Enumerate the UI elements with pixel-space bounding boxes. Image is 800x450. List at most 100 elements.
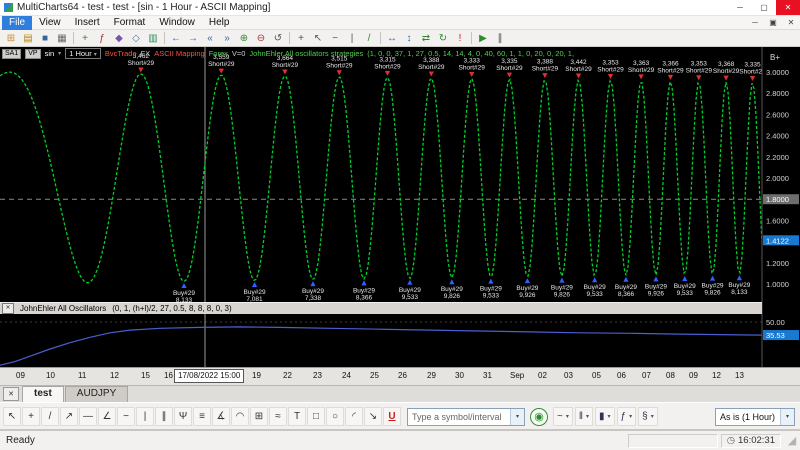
resolution-box[interactable]: 1 Hour ▾ bbox=[65, 48, 101, 59]
menu-item-insert[interactable]: Insert bbox=[68, 16, 107, 30]
subchart-close-icon[interactable]: ✕ bbox=[2, 303, 14, 314]
axis-corner-label[interactable]: B+ bbox=[770, 53, 780, 62]
insert-strategy-combo[interactable]: §▾ bbox=[638, 407, 658, 426]
print-icon[interactable]: ▦ bbox=[54, 31, 70, 46]
trendline-tool-icon[interactable]: / bbox=[41, 407, 59, 426]
strategy-params-label: (1, 0, 0, 37, 1, 27, 0.5, 14, 14, 4, 0, … bbox=[367, 49, 574, 58]
resolution-combo-caret-icon[interactable]: ▾ bbox=[780, 409, 794, 425]
page-forward-icon[interactable]: » bbox=[219, 31, 235, 46]
insert-window-icon[interactable]: ⊞ bbox=[3, 31, 19, 46]
magnet-tool-icon[interactable]: U bbox=[383, 407, 401, 426]
crosshair-tool-icon[interactable]: + bbox=[22, 407, 40, 426]
symbol-label[interactable]: sin bbox=[45, 49, 55, 58]
menu-item-view[interactable]: View bbox=[32, 16, 68, 30]
brush-tool-icon[interactable]: ≈ bbox=[269, 407, 287, 426]
auto-scroll-icon[interactable]: ⇄ bbox=[418, 31, 434, 46]
short-signal-label: Short#29 bbox=[565, 66, 592, 73]
subchart-header[interactable]: ✕ JohnEhler All Oscillators (0, 1, (h+l)… bbox=[0, 302, 762, 314]
grid-tool-icon[interactable]: ⊞ bbox=[250, 407, 268, 426]
page-back-icon[interactable]: « bbox=[202, 31, 218, 46]
time-axis[interactable]: 091011121516192223242526293031Sep0203050… bbox=[0, 367, 800, 385]
trendline-icon[interactable]: / bbox=[361, 31, 377, 46]
ellipse-tool-icon[interactable]: ○ bbox=[326, 407, 344, 426]
crosshair-icon[interactable]: + bbox=[293, 31, 309, 46]
pointer-tool-icon[interactable]: ↖ bbox=[3, 407, 21, 426]
minimize-button[interactable]: ─ bbox=[728, 0, 752, 15]
chart-style-line-combo[interactable]: ~▾ bbox=[553, 407, 573, 426]
undo-zoom-icon[interactable]: ↺ bbox=[270, 31, 286, 46]
maximize-button[interactable]: ▢ bbox=[752, 0, 776, 15]
apply-symbol-button[interactable]: ◉ bbox=[530, 408, 548, 426]
price-chart-canvas[interactable]: 3,462Short#293,559Short#293,664Short#293… bbox=[0, 47, 800, 367]
insert-study-icon[interactable]: ƒ bbox=[94, 31, 110, 46]
pointer-icon[interactable]: ↖ bbox=[310, 31, 326, 46]
volume-profile-badge[interactable]: VP bbox=[25, 49, 40, 59]
price-axis-label: 2.8000 bbox=[766, 89, 789, 98]
caret-down-icon[interactable]: ▾ bbox=[629, 413, 632, 420]
price-axis-label: 1.2000 bbox=[766, 259, 789, 268]
reload-data-icon[interactable]: ↻ bbox=[435, 31, 451, 46]
buy-signal-label: Buy#29 bbox=[674, 283, 696, 290]
mdi-close-button[interactable]: ✕ bbox=[782, 18, 800, 27]
horizontal-line-icon[interactable]: − bbox=[327, 31, 343, 46]
channel-tool-icon[interactable]: ∥ bbox=[155, 407, 173, 426]
workspace-tab-audjpy[interactable]: AUDJPY bbox=[65, 386, 128, 402]
angle-tool-icon[interactable]: ∠ bbox=[98, 407, 116, 426]
chart-options-icon[interactable]: ▥ bbox=[145, 31, 161, 46]
arrow-tool-icon[interactable]: ↘ bbox=[364, 407, 382, 426]
insert-indicator-combo[interactable]: ƒ▾ bbox=[617, 407, 637, 426]
extended-line-tool-icon[interactable]: — bbox=[79, 407, 97, 426]
fib-retracement-tool-icon[interactable]: ≡ bbox=[193, 407, 211, 426]
play-replay-icon[interactable]: ▶ bbox=[475, 31, 491, 46]
menu-item-window[interactable]: Window bbox=[152, 16, 202, 30]
menu-item-help[interactable]: Help bbox=[202, 16, 237, 30]
multicharts-window: MultiCharts64 - test - test - [sin - 1 H… bbox=[0, 0, 800, 450]
menu-item-file[interactable]: File bbox=[2, 16, 32, 30]
ray-tool-icon[interactable]: ↗ bbox=[60, 407, 78, 426]
caret-down-icon[interactable]: ▾ bbox=[608, 413, 611, 420]
caret-down-icon[interactable]: ▾ bbox=[651, 413, 654, 420]
workspace-tab-test[interactable]: test bbox=[22, 386, 64, 402]
expand-bars-icon[interactable]: ↕ bbox=[401, 31, 417, 46]
save-workspace-icon[interactable]: ■ bbox=[37, 31, 53, 46]
text-tool-icon[interactable]: T bbox=[288, 407, 306, 426]
format-symbol-icon[interactable]: ◇ bbox=[128, 31, 144, 46]
strategy-name-label[interactable]: JohnEhler All oscillators strategies bbox=[249, 49, 363, 58]
short-price-label: 3,366 bbox=[662, 60, 679, 67]
chart-style-candles-combo[interactable]: ▮▾ bbox=[595, 407, 615, 426]
vertical-line-tool-icon[interactable]: | bbox=[136, 407, 154, 426]
chart-style-bars-combo[interactable]: ‖▾ bbox=[575, 407, 593, 426]
bar-forward-icon[interactable]: → bbox=[185, 31, 201, 46]
close-button[interactable]: ✕ bbox=[776, 0, 800, 15]
menu-item-format[interactable]: Format bbox=[107, 16, 153, 30]
rectangle-tool-icon[interactable]: □ bbox=[307, 407, 325, 426]
horizontal-line-tool-icon[interactable]: − bbox=[117, 407, 135, 426]
open-workspace-icon[interactable]: ▤ bbox=[20, 31, 36, 46]
toolbar-separator bbox=[164, 32, 165, 44]
symbol-interval-combo[interactable]: Type a symbol/interval ▾ bbox=[407, 408, 525, 426]
compress-bars-icon[interactable]: ↔ bbox=[384, 31, 400, 46]
caret-down-icon[interactable]: ▾ bbox=[566, 413, 569, 420]
fib-fan-tool-icon[interactable]: ∡ bbox=[212, 407, 230, 426]
insert-symbol-icon[interactable]: + bbox=[77, 31, 93, 46]
caret-down-icon[interactable]: ▾ bbox=[586, 413, 589, 420]
bar-back-icon[interactable]: ← bbox=[168, 31, 184, 46]
mdi-restore-button[interactable]: ▣ bbox=[764, 18, 782, 27]
buy-signal-label: Buy#29 bbox=[728, 282, 750, 289]
symbol-caret-icon[interactable]: ▾ bbox=[58, 50, 61, 57]
zoom-in-icon[interactable]: ⊕ bbox=[236, 31, 252, 46]
resolution-combo[interactable]: As is (1 Hour) ▾ bbox=[715, 408, 795, 426]
vertical-line-icon[interactable]: | bbox=[344, 31, 360, 46]
tab-close-icon[interactable]: ✕ bbox=[3, 387, 19, 401]
zoom-out-icon[interactable]: ⊖ bbox=[253, 31, 269, 46]
combo-caret-icon[interactable]: ▾ bbox=[510, 409, 524, 425]
arc-tool-icon[interactable]: ◜ bbox=[345, 407, 363, 426]
format-study-icon[interactable]: ◆ bbox=[111, 31, 127, 46]
mdi-minimize-button[interactable]: ─ bbox=[746, 18, 764, 27]
fib-arc-tool-icon[interactable]: ◠ bbox=[231, 407, 249, 426]
screen-axis-badge[interactable]: SA1 bbox=[2, 49, 21, 59]
resize-grip[interactable]: ◢ bbox=[784, 433, 800, 449]
pause-replay-icon[interactable]: ∥ bbox=[492, 31, 508, 46]
pitchfork-tool-icon[interactable]: Ψ bbox=[174, 407, 192, 426]
alerts-icon[interactable]: ! bbox=[452, 31, 468, 46]
